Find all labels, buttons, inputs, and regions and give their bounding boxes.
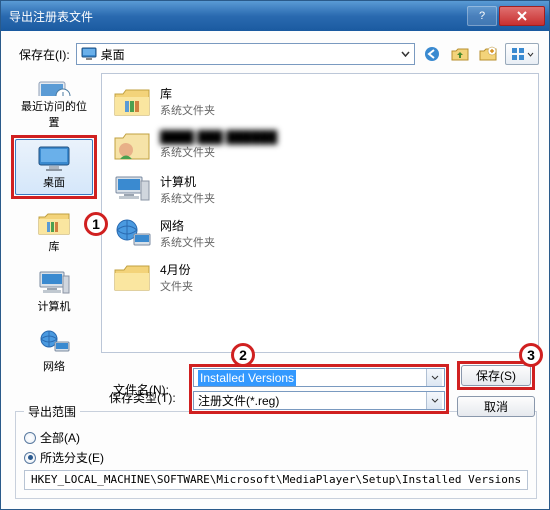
file-list[interactable]: 库系统文件夹 ████ ███ ██████系统文件夹 计算机系统文件夹 网络系… <box>101 73 539 353</box>
file-name: 库 <box>160 85 215 102</box>
computer-large-icon <box>112 172 152 206</box>
place-network[interactable]: 网络 <box>15 323 93 379</box>
file-name: 计算机 <box>160 173 215 190</box>
radio-icon <box>24 432 36 444</box>
titlebar[interactable]: 导出注册表文件 ? <box>1 1 549 31</box>
chevron-down-icon <box>527 52 534 57</box>
close-button[interactable] <box>499 6 545 26</box>
libraries-large-icon <box>112 84 152 118</box>
filetype-label: 保存类型(T): <box>101 389 177 406</box>
dialog-body: 保存在(I): 桌面 <box>1 31 549 509</box>
place-label: 计算机 <box>38 298 71 314</box>
recent-places-icon <box>37 76 71 96</box>
libraries-icon <box>37 208 71 236</box>
chevron-down-icon <box>401 51 410 57</box>
up-button[interactable] <box>449 43 471 65</box>
radio-branch-label: 所选分支(E) <box>40 449 104 466</box>
file-sub: 系统文件夹 <box>160 190 215 206</box>
file-sub: 文件夹 <box>160 278 193 294</box>
file-item[interactable]: 计算机系统文件夹 <box>106 168 534 210</box>
filename-input[interactable]: Installed Versions <box>193 368 445 387</box>
place-computer[interactable]: 计算机 <box>15 263 93 319</box>
views-button[interactable] <box>505 43 539 65</box>
views-icon <box>511 47 525 61</box>
place-label: 库 <box>49 238 60 254</box>
file-item[interactable]: ████ ███ ██████系统文件夹 <box>106 124 534 166</box>
back-arrow-icon <box>423 45 441 63</box>
annotation-box-2: Installed Versions 注册文件(*.reg) <box>189 364 449 414</box>
place-desktop[interactable]: 桌面 <box>15 139 93 195</box>
file-name: 4月份 <box>160 261 193 278</box>
form-area: 2 3 文件名(N): Installed Versions 注册文件(*.re… <box>101 353 539 397</box>
branch-path-input[interactable]: HKEY_LOCAL_MACHINE\SOFTWARE\Microsoft\Me… <box>24 470 528 490</box>
desktop-icon <box>36 144 72 172</box>
filetype-row-label: 保存类型(T): <box>101 389 177 406</box>
button-column: 保存(S) 取消 <box>457 361 535 417</box>
export-range-legend: 导出范围 <box>24 403 80 420</box>
place-label: 桌面 <box>43 174 65 190</box>
filename-value: Installed Versions <box>198 370 296 386</box>
save-button[interactable]: 保存(S) <box>461 365 531 386</box>
file-item[interactable]: 网络系统文件夹 <box>106 212 534 254</box>
chevron-down-icon[interactable] <box>426 369 442 386</box>
place-label: 网络 <box>43 358 65 374</box>
annotation-box-1: 桌面 <box>11 135 97 199</box>
close-icon <box>516 11 528 21</box>
filetype-value: 注册文件(*.reg) <box>198 392 279 409</box>
annotation-box-3: 保存(S) <box>457 361 535 390</box>
network-icon <box>37 328 71 356</box>
radio-all-label: 全部(A) <box>40 429 80 446</box>
file-item[interactable]: 4月份文件夹 <box>106 256 534 298</box>
cancel-button[interactable]: 取消 <box>457 396 535 417</box>
radio-icon <box>24 452 36 464</box>
folder-icon <box>112 260 152 294</box>
up-folder-icon <box>451 46 469 62</box>
computer-icon <box>37 268 71 296</box>
file-name: 网络 <box>160 217 215 234</box>
places-sidebar: 最近访问的位置 桌面 库 计算机 网 <box>11 73 97 397</box>
save-in-dropdown[interactable]: 桌面 <box>76 43 415 65</box>
file-name-blurred: ████ ███ ██████ <box>160 130 277 144</box>
filetype-select[interactable]: 注册文件(*.reg) <box>193 391 445 410</box>
export-range-group: 导出范围 全部(A) 所选分支(E) HKEY_LOCAL_MACHINE\SO… <box>15 403 537 499</box>
main-area: 最近访问的位置 桌面 库 计算机 网 <box>11 73 539 397</box>
file-sub: 系统文件夹 <box>160 144 277 160</box>
back-button[interactable] <box>421 43 443 65</box>
place-recent[interactable]: 最近访问的位置 <box>15 75 93 131</box>
user-folder-icon <box>112 128 152 162</box>
radio-all[interactable]: 全部(A) <box>24 429 528 446</box>
save-in-row: 保存在(I): 桌面 <box>11 39 539 73</box>
annotation-1: 1 <box>84 212 108 236</box>
radio-branch[interactable]: 所选分支(E) <box>24 449 528 466</box>
save-in-value: 桌面 <box>101 46 125 63</box>
file-item[interactable]: 库系统文件夹 <box>106 80 534 122</box>
window-title: 导出注册表文件 <box>5 8 465 25</box>
dialog-window: 导出注册表文件 ? 保存在(I): 桌面 <box>0 0 550 510</box>
desktop-small-icon <box>81 47 97 61</box>
chevron-down-icon[interactable] <box>426 392 442 409</box>
place-libraries[interactable]: 库 <box>15 203 93 259</box>
annotation-3: 3 <box>519 343 543 367</box>
place-label: 最近访问的位置 <box>16 98 92 130</box>
file-sub: 系统文件夹 <box>160 102 215 118</box>
annotation-2: 2 <box>231 343 255 367</box>
new-folder-icon <box>479 46 497 62</box>
new-folder-button[interactable] <box>477 43 499 65</box>
file-sub: 系统文件夹 <box>160 234 215 250</box>
help-button[interactable]: ? <box>467 6 497 26</box>
save-in-label: 保存在(I): <box>19 46 70 63</box>
network-large-icon <box>112 216 152 250</box>
